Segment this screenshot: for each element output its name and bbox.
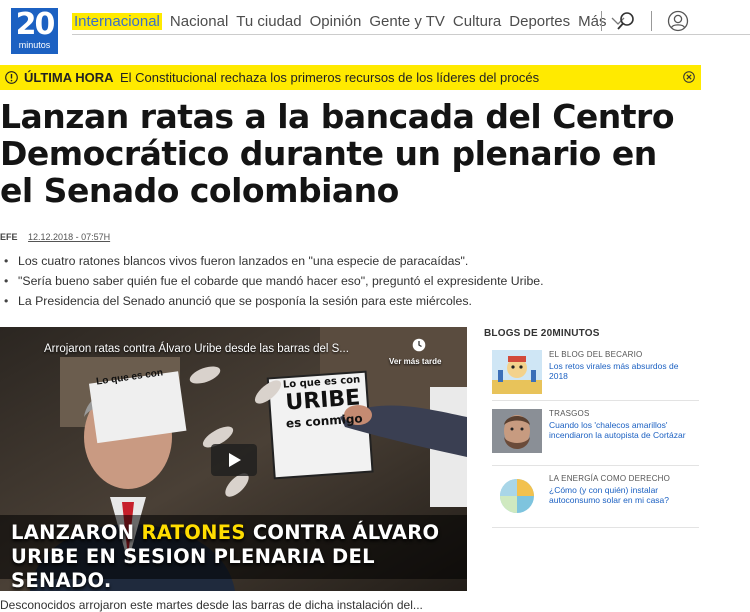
nav-divider: [601, 11, 602, 31]
article-date: 12.12.2018 - 07:57H: [28, 232, 111, 242]
nav-item-deportes[interactable]: Deportes: [509, 13, 570, 30]
alert-icon: [5, 71, 18, 84]
nav-item-gente-tv[interactable]: Gente y TV: [369, 13, 445, 30]
divider: [492, 465, 699, 466]
caption-text: CONTRA ÁLVARO: [245, 521, 440, 544]
article-body-text: Desconocidos arrojaron este martes desde…: [0, 598, 423, 612]
close-icon[interactable]: [683, 71, 695, 83]
site-logo[interactable]: 20 minutos: [11, 8, 58, 54]
article-summary: Los cuatro ratones blancos vivos fueron …: [0, 253, 544, 313]
video-player[interactable]: Lo que es con URIBE es conmigo Lo que es…: [0, 327, 467, 591]
video-title[interactable]: Arrojaron ratas contra Álvaro Uribe desd…: [44, 343, 349, 355]
blog-thumbnail: [492, 350, 542, 394]
blog-post-link[interactable]: Cuando los 'chalecos amarillos' incendia…: [549, 420, 699, 440]
breaking-headline-link[interactable]: El Constitucional rechaza los primeros r…: [120, 70, 539, 85]
nav-item-cultura[interactable]: Cultura: [453, 13, 501, 30]
breaking-label: ÚLTIMA HORA: [24, 70, 114, 85]
blog-name: TRASGOS: [549, 409, 590, 418]
article-title: Lanzan ratas a la bancada del Centro Dem…: [0, 97, 675, 210]
nav-more-label: Más: [578, 12, 607, 30]
clock-icon[interactable]: [412, 338, 426, 352]
blog-thumbnail: [492, 474, 542, 518]
nav-item-internacional[interactable]: Internacional: [72, 12, 162, 30]
blog-name: EL BLOG DEL BECARIO: [549, 350, 643, 359]
blogs-heading: BLOGS DE 20MINUTOS: [484, 328, 600, 339]
article-meta: EFE 12.12.2018 - 07:57H: [0, 232, 110, 242]
blog-thumbnail: [492, 409, 542, 453]
caption-text: LANZARON: [11, 521, 142, 544]
play-button[interactable]: [211, 444, 257, 476]
blog-item[interactable]: LA ENERGÍA COMO DERECHO ¿Cómo (y con qui…: [492, 474, 702, 520]
nav-item-nacional[interactable]: Nacional: [170, 13, 228, 30]
summary-item: "Sería bueno saber quién fue el cobarde …: [0, 273, 544, 293]
caption-highlight: RATONES: [141, 521, 246, 544]
breaking-news-bar: ÚLTIMA HORA El Constitucional rechaza lo…: [0, 65, 701, 90]
watch-later-button[interactable]: Ver más tarde: [389, 357, 441, 366]
logo-number: 20: [15, 7, 56, 42]
user-icon[interactable]: [667, 10, 689, 32]
divider: [492, 527, 699, 528]
nav-item-opinion[interactable]: Opinión: [310, 13, 362, 30]
nav-divider: [651, 11, 652, 31]
search-icon[interactable]: [616, 11, 636, 31]
main-nav: Internacional Nacional Tu ciudad Opinión…: [72, 10, 633, 32]
play-icon: [229, 453, 241, 467]
video-caption: LANZARON RATONES CONTRA ÁLVARO URIBE EN …: [11, 521, 467, 591]
blog-item[interactable]: TRASGOS Cuando los 'chalecos amarillos' …: [492, 409, 702, 455]
caption-text: URIBE EN SESION PLENARIA DEL SENADO.: [11, 545, 375, 591]
blog-item[interactable]: EL BLOG DEL BECARIO Los retos virales má…: [492, 350, 702, 396]
header-divider: [72, 34, 750, 35]
nav-item-tu-ciudad[interactable]: Tu ciudad: [236, 13, 301, 30]
summary-item: Los cuatro ratones blancos vivos fueron …: [0, 253, 544, 273]
blog-post-link[interactable]: ¿Cómo (y con quién) instalar autoconsumo…: [549, 485, 699, 505]
divider: [492, 400, 699, 401]
blog-post-link[interactable]: Los retos virales más absurdos de 2018: [549, 361, 699, 381]
blog-name: LA ENERGÍA COMO DERECHO: [549, 474, 671, 483]
summary-item: La Presidencia del Senado anunció que se…: [0, 293, 544, 313]
protest-sign: Lo que es con URIBE es conmigo: [281, 374, 364, 430]
article-source: EFE: [0, 232, 18, 242]
